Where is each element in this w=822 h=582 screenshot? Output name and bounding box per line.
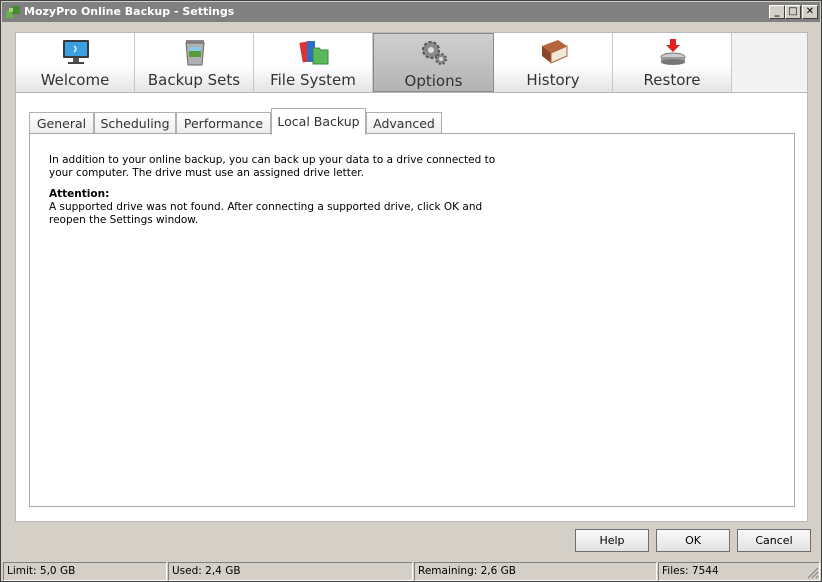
status-used: Used: 2,4 GB: [168, 562, 413, 581]
toolbar-label: Welcome: [40, 71, 110, 89]
gears-icon: [422, 41, 447, 65]
tab-general[interactable]: General: [29, 112, 94, 134]
settings-window: MozyPro Online Backup - Settings _ □ ✕ W…: [0, 0, 822, 582]
minimize-button[interactable]: _: [769, 5, 785, 19]
toolbar-welcome[interactable]: Welcome: [16, 33, 135, 92]
title-bar[interactable]: MozyPro Online Backup - Settings _ □ ✕: [2, 2, 820, 22]
toolbar-label: File System: [270, 71, 356, 89]
tab-local-backup[interactable]: Local Backup: [271, 108, 366, 135]
attention-heading: Attention:: [49, 188, 110, 200]
toolbar-options[interactable]: Options: [373, 33, 494, 92]
tab-performance[interactable]: Performance: [176, 112, 271, 134]
toolbar-label: Options: [404, 72, 463, 90]
toolbar-label: History: [526, 71, 580, 89]
intro-text: In addition to your online backup, you c…: [49, 154, 496, 179]
maximize-button[interactable]: □: [785, 5, 801, 19]
status-limit: Limit: 5,0 GB: [3, 562, 167, 581]
status-files: Files: 7544: [658, 562, 820, 581]
trash-bin-image-icon: [185, 40, 205, 66]
tab-advanced[interactable]: Advanced: [366, 112, 442, 134]
toolbar-restore[interactable]: Restore: [613, 33, 732, 92]
close-button[interactable]: ✕: [802, 5, 818, 19]
restore-drive-icon: [660, 39, 686, 65]
cancel-button[interactable]: Cancel: [737, 529, 811, 552]
toolbar-label: Restore: [643, 71, 701, 89]
attention-text: A supported drive was not found. After c…: [49, 201, 483, 226]
status-remaining: Remaining: 2,6 GB: [414, 562, 657, 581]
folders-icon: [299, 41, 329, 65]
help-button[interactable]: Help: [575, 529, 649, 552]
mozy-logo-icon: [6, 6, 20, 18]
toolbar-label: Backup Sets: [147, 71, 241, 89]
monitor-icon: [63, 40, 89, 64]
local-backup-content: In addition to your online backup, you c…: [29, 133, 795, 507]
toolbar-backup-sets[interactable]: Backup Sets: [135, 33, 254, 92]
tab-scheduling[interactable]: Scheduling: [94, 112, 176, 134]
resize-grip-icon[interactable]: [807, 567, 819, 579]
ok-button[interactable]: OK: [656, 529, 730, 552]
window-title: MozyPro Online Backup - Settings: [24, 5, 235, 18]
toolbar-history[interactable]: History: [494, 33, 613, 92]
main-toolbar: Welcome Backup Sets File System Options …: [15, 32, 808, 93]
book-icon: [542, 40, 568, 64]
toolbar-file-system[interactable]: File System: [254, 33, 373, 92]
